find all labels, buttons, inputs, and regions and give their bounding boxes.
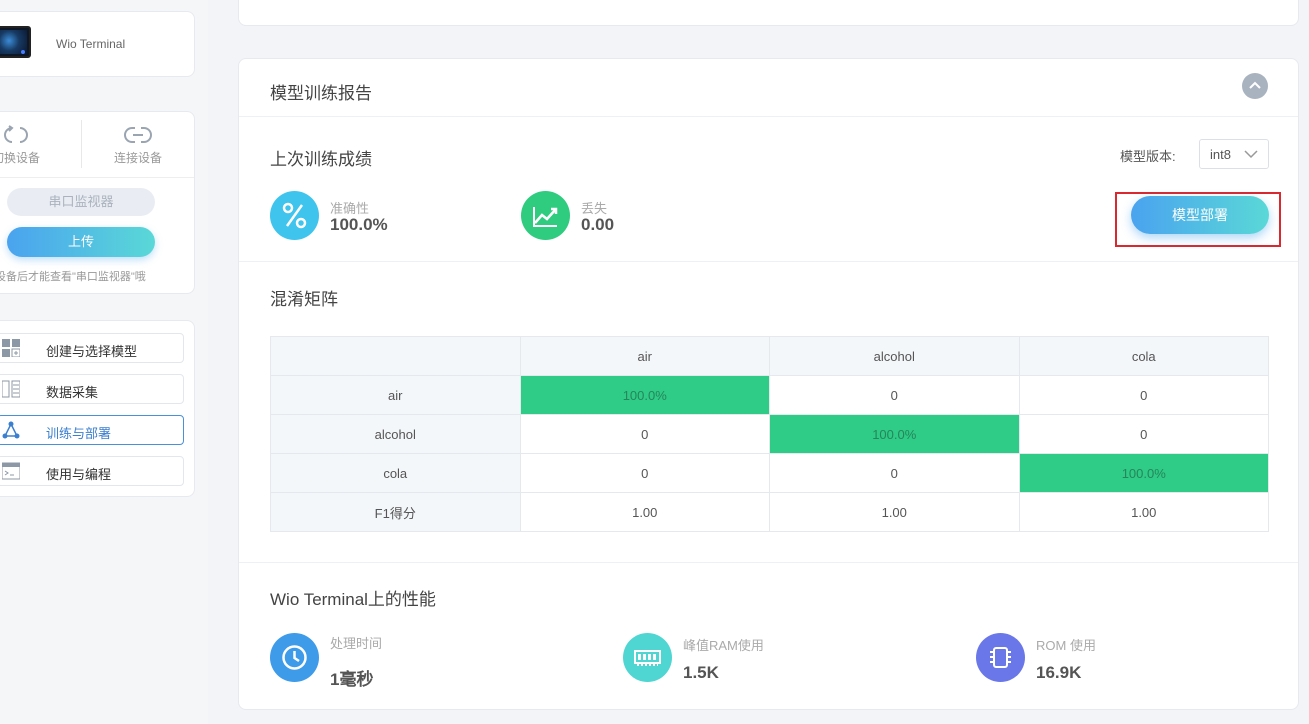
rom-usage-label: ROM 使用 — [1036, 638, 1096, 653]
matrix-cell: 100.0% — [1018, 453, 1269, 493]
peak-ram-value: 1.5K — [683, 663, 719, 682]
nav-item-usage-programming[interactable]: 使用与编程 — [0, 456, 184, 486]
peak-ram-label: 峰值RAM使用 — [683, 638, 764, 653]
data-collect-icon — [2, 380, 20, 398]
row-header: cola — [270, 453, 521, 493]
processing-time-value: 1毫秒 — [330, 670, 374, 689]
serial-hint: 连接设备后才能查看"串口监视器"哦 — [0, 271, 146, 283]
matrix-cell: 100.0% — [769, 414, 1020, 454]
switch-device-button[interactable]: 切换设备 — [0, 124, 61, 166]
table-row: alcohol 0 100.0% 0 — [270, 414, 1269, 454]
table-row: F1得分 1.00 1.00 1.00 — [270, 492, 1269, 532]
switch-device-label: 切换设备 — [0, 151, 40, 165]
nav-item-data-collection[interactable]: 数据采集 — [0, 374, 184, 404]
accuracy-value: 100.0% — [330, 215, 388, 234]
trend-icon — [521, 191, 570, 240]
row-header: alcohol — [270, 414, 521, 454]
sidebar: Wio Terminal 切换设备 连接设备 串口监视器 上传 连接设备后才能查… — [0, 0, 208, 724]
matrix-cell: 0 — [519, 453, 770, 493]
model-version-value: int8 — [1210, 147, 1231, 162]
processing-time-label: 处理时间 — [330, 636, 383, 651]
connect-device-button[interactable]: 连接设备 — [93, 124, 183, 166]
model-version-label: 模型版本: — [1120, 149, 1176, 164]
nav-label: 创建与选择模型 — [46, 344, 138, 359]
nav-item-create-model[interactable]: 创建与选择模型 — [0, 333, 184, 363]
connect-device-label: 连接设备 — [113, 151, 162, 165]
divider — [239, 261, 1298, 262]
terminal-icon — [2, 462, 20, 480]
device-actions-card: 切换设备 连接设备 串口监视器 上传 连接设备后才能查看"串口监视器"哦 — [0, 111, 195, 294]
last-train-title: 上次训练成绩 — [270, 150, 372, 169]
device-name: Wio Terminal — [56, 37, 126, 51]
chevron-down-icon — [1244, 150, 1258, 159]
matrix-cell: 0 — [769, 375, 1020, 415]
matrix-cell: 0 — [1018, 414, 1269, 454]
divider — [81, 120, 82, 168]
table-row: air 100.0% 0 0 — [270, 375, 1269, 415]
table-row: cola 0 0 100.0% — [270, 453, 1269, 493]
matrix-cell: 0 — [1018, 375, 1269, 415]
training-report-card: 模型训练报告 上次训练成绩 模型版本: int8 准确性 100.0% 丢失 0… — [238, 58, 1299, 710]
ram-icon — [623, 633, 672, 682]
divider — [239, 116, 1298, 117]
row-header: air — [270, 375, 521, 415]
clock-icon — [270, 633, 319, 682]
rom-usage-value: 16.9K — [1036, 663, 1082, 682]
column-header: alcohol — [769, 336, 1020, 376]
model-version-select[interactable]: int8 — [1199, 139, 1269, 169]
chip-icon — [976, 633, 1025, 682]
confusion-matrix-title: 混淆矩阵 — [270, 290, 338, 309]
chevron-up-icon — [1249, 81, 1261, 89]
matrix-cell: 0 — [519, 414, 770, 454]
performance-title: Wio Terminal上的性能 — [270, 590, 436, 609]
f1-cell: 1.00 — [769, 492, 1020, 532]
train-network-icon — [2, 421, 20, 439]
link-icon — [124, 127, 152, 143]
switch-icon — [4, 125, 28, 143]
divider — [239, 562, 1298, 563]
loss-value: 0.00 — [581, 215, 615, 234]
previous-section-card — [238, 0, 1299, 26]
percent-icon — [270, 191, 319, 240]
column-header: air — [519, 336, 770, 376]
divider — [0, 177, 194, 178]
f1-cell: 1.00 — [1018, 492, 1269, 532]
collapse-button[interactable] — [1242, 73, 1268, 99]
column-header: cola — [1018, 336, 1269, 376]
confusion-matrix-table: air alcohol cola air 100.0% 0 0 alcohol … — [270, 336, 1269, 532]
matrix-cell: 0 — [769, 453, 1020, 493]
serial-monitor-button[interactable]: 串口监视器 — [7, 188, 155, 216]
matrix-cell: 100.0% — [519, 375, 770, 415]
nav-label: 使用与编程 — [46, 467, 112, 482]
deploy-model-button[interactable]: 模型部署 — [1131, 196, 1269, 234]
device-image — [0, 26, 31, 58]
table-corner-cell — [270, 336, 521, 376]
nav-label: 数据采集 — [46, 385, 99, 400]
nav-card: 创建与选择模型 数据采集 训练与部署 使用与编程 — [0, 320, 195, 497]
f1-cell: 1.00 — [519, 492, 770, 532]
nav-label: 训练与部署 — [46, 426, 112, 441]
grid-icon — [2, 339, 20, 357]
device-card[interactable]: Wio Terminal — [0, 11, 195, 77]
nav-item-train-deploy[interactable]: 训练与部署 — [0, 415, 184, 445]
row-header: F1得分 — [270, 492, 521, 532]
upload-button[interactable]: 上传 — [7, 227, 155, 257]
report-title: 模型训练报告 — [270, 84, 372, 103]
